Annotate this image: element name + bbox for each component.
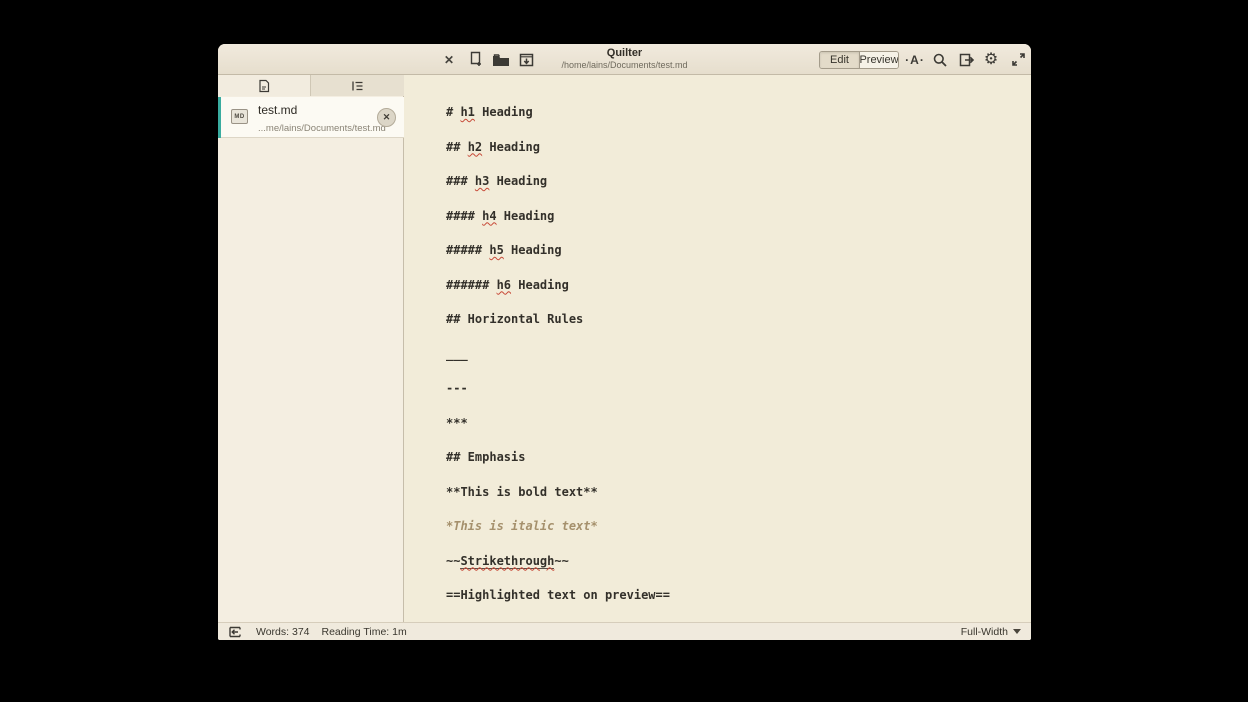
sidebar: MD test.md ...me/lains/Documents/test.md… — [218, 75, 404, 622]
header-bar: ✕ Quilter /home/lains/Documents/test.md — [218, 44, 1031, 75]
file-path: ...me/lains/Documents/test.md — [258, 123, 386, 134]
editor-line[interactable]: #### h4 Heading — [446, 206, 670, 241]
toggle-sidebar-button[interactable] — [226, 626, 244, 638]
outline-tab-icon — [351, 80, 364, 92]
editor-line[interactable]: ### h3 Heading — [446, 171, 670, 206]
file-list-item[interactable]: MD test.md ...me/lains/Documents/test.md… — [218, 97, 404, 138]
gear-icon: ⚙ — [984, 52, 998, 68]
font-size-button[interactable]: ·A· — [904, 44, 926, 75]
search-button[interactable] — [929, 44, 951, 75]
word-count-label: Words: 374 — [256, 626, 310, 638]
sidebar-tabbar — [218, 75, 404, 96]
sidebar-toggle-icon — [228, 626, 242, 638]
file-close-button[interactable]: ✕ — [377, 108, 396, 127]
edit-preview-switch: Edit Preview — [819, 51, 899, 69]
editor-line[interactable]: ## Horizontal Rules — [446, 309, 670, 344]
width-mode-dropdown[interactable]: Full-Width — [961, 626, 1021, 638]
preferences-button[interactable]: ⚙ — [980, 44, 1002, 75]
font-size-icon: ·A· — [905, 53, 925, 67]
tab-outline[interactable] — [311, 75, 404, 96]
save-file-button[interactable] — [515, 44, 537, 75]
editor-line[interactable]: ___ — [446, 344, 670, 379]
editor-lines: # h1 Heading## h2 Heading### h3 Heading#… — [446, 102, 670, 620]
export-icon — [958, 52, 975, 68]
save-icon — [518, 52, 535, 68]
open-folder-icon — [492, 52, 510, 68]
fullscreen-button[interactable] — [1007, 44, 1029, 75]
quilter-window: ✕ Quilter /home/lains/Documents/test.md — [218, 44, 1031, 640]
fullscreen-icon — [1011, 52, 1026, 67]
editor-line[interactable]: ## h2 Heading — [446, 137, 670, 172]
new-file-icon — [468, 51, 485, 68]
chevron-down-icon — [1013, 629, 1021, 634]
editor-line[interactable]: ==Highlighted text on preview== — [446, 585, 670, 620]
window-close-button[interactable]: ✕ — [440, 44, 458, 75]
preview-mode-button[interactable]: Preview — [859, 52, 898, 68]
editor-line[interactable]: *This is italic text* — [446, 516, 670, 551]
edit-mode-button[interactable]: Edit — [820, 52, 859, 68]
open-file-button[interactable] — [490, 44, 512, 75]
editor-view[interactable]: # h1 Heading## h2 Heading### h3 Heading#… — [405, 75, 1031, 622]
export-button[interactable] — [955, 44, 977, 75]
selected-file-accent — [218, 97, 221, 138]
file-name: test.md — [258, 103, 297, 117]
editor-line[interactable]: ##### h5 Heading — [446, 240, 670, 275]
document-tab-icon — [258, 79, 270, 93]
search-icon — [932, 52, 948, 68]
width-mode-label: Full-Width — [961, 626, 1008, 638]
new-file-button[interactable] — [465, 44, 487, 75]
editor-line[interactable]: **This is bold text** — [446, 482, 670, 517]
status-bar: Words: 374 Reading Time: 1m Full-Width — [218, 622, 1031, 640]
reading-time-label: Reading Time: 1m — [322, 626, 407, 638]
editor-line[interactable]: *** — [446, 413, 670, 448]
tab-files[interactable] — [218, 75, 311, 96]
editor-line[interactable]: --- — [446, 378, 670, 413]
editor-line[interactable]: # h1 Heading — [446, 102, 670, 137]
markdown-file-icon: MD — [231, 109, 248, 124]
editor-line[interactable]: ~~Strikethrough~~ — [446, 551, 670, 586]
editor-line[interactable]: ###### h6 Heading — [446, 275, 670, 310]
editor-line[interactable]: ## Emphasis — [446, 447, 670, 482]
